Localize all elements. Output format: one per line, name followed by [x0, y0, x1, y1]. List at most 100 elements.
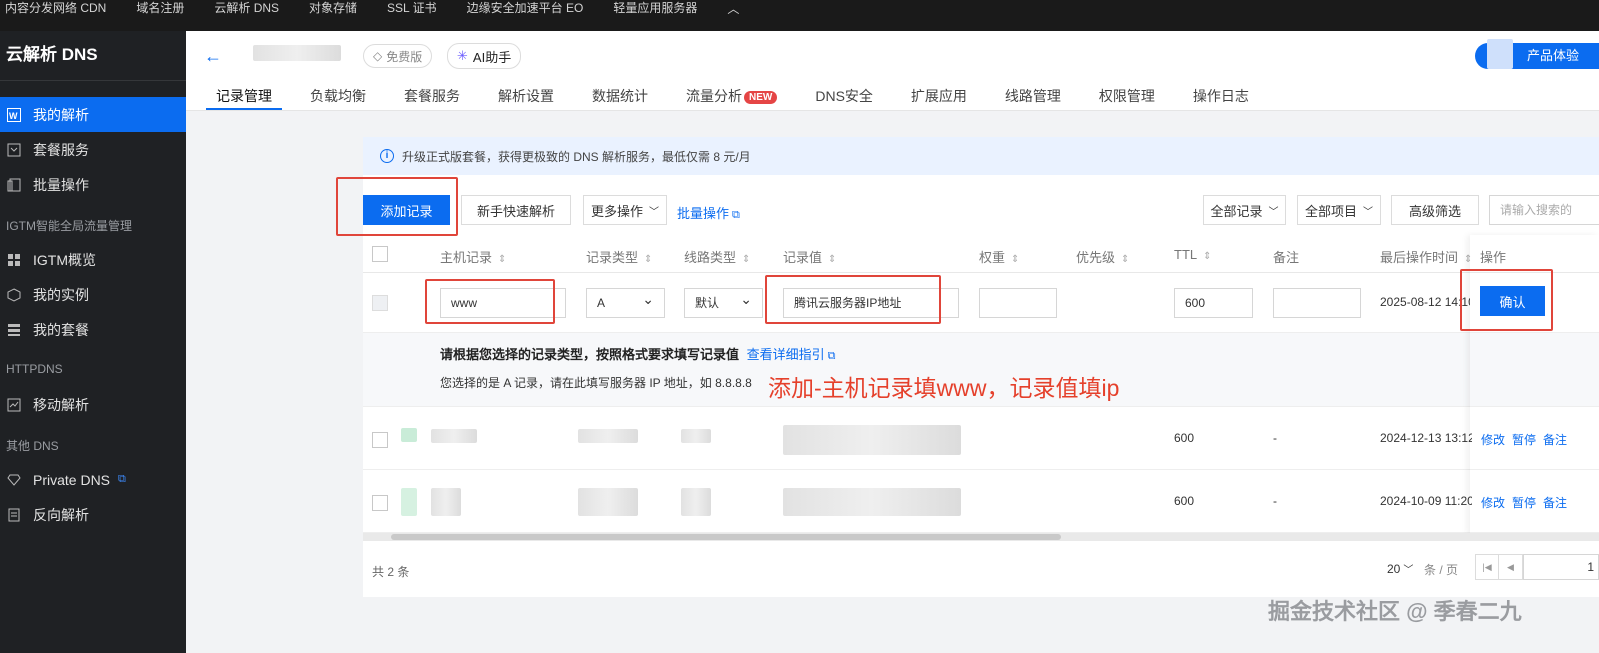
- blurred-value: [783, 488, 961, 516]
- topnav-ssl[interactable]: SSL 证书: [387, 1, 437, 15]
- quick-setup-button[interactable]: 新手快速解析: [461, 195, 571, 225]
- ai-assistant-button[interactable]: ✳ AI助手: [447, 43, 522, 69]
- sidebar-item-igtm-overview[interactable]: IGTM概览: [0, 242, 186, 277]
- sidebar-item-batch[interactable]: 批量操作: [0, 167, 186, 202]
- confirm-button[interactable]: 确认: [1480, 286, 1545, 316]
- record-value-input[interactable]: 腾讯云服务器IP地址: [783, 288, 959, 318]
- tab-settings[interactable]: 解析设置: [498, 86, 554, 106]
- external-link-icon: ⧉: [732, 209, 740, 221]
- line-type-select[interactable]: 默认: [684, 285, 763, 318]
- remark-input[interactable]: [1273, 288, 1361, 318]
- sidebar-group-httpdns: HTTPDNS: [6, 362, 63, 376]
- tab-dns-security[interactable]: DNS安全: [815, 86, 873, 106]
- remark-link[interactable]: 备注: [1543, 431, 1567, 448]
- topnav-cos[interactable]: 对象存储: [309, 1, 357, 15]
- page-number-input[interactable]: 1: [1523, 554, 1599, 580]
- diamond-icon: ◇: [373, 49, 383, 63]
- sidebar-item-mobile-dns[interactable]: 移动解析: [0, 387, 186, 422]
- batch-actions-link[interactable]: 批量操作 ⧉: [677, 203, 740, 222]
- sidebar-item-label: 我的套餐: [33, 321, 89, 338]
- all-records-filter[interactable]: 全部记录 ﹀: [1203, 195, 1286, 225]
- col-type[interactable]: 记录类型 ⇕: [586, 247, 652, 266]
- records-card: i 升级正式版套餐，获得更极致的 DNS 解析服务，最低仅需 8 元/月 添加记…: [363, 137, 1599, 597]
- grid-icon: [6, 252, 22, 268]
- prev-page-button[interactable]: ◀: [1499, 554, 1523, 580]
- page-size-select[interactable]: 20 ﹀: [1387, 561, 1413, 576]
- sidebar-item-my-packages[interactable]: 我的套餐: [0, 312, 186, 347]
- tab-traffic[interactable]: 流量分析 NEW: [686, 86, 778, 106]
- product-experience-button[interactable]: 产品体验: [1475, 39, 1599, 69]
- pause-link[interactable]: 暂停: [1512, 431, 1536, 448]
- tab-bar: 记录管理 负载均衡 套餐服务 解析设置 数据统计 流量分析 NEW DNS安全 扩…: [206, 86, 1249, 110]
- row-time: 2024-12-13 13:12: [1380, 431, 1472, 445]
- topnav-eo[interactable]: 边缘安全加速平台 EO: [467, 1, 584, 15]
- first-page-button[interactable]: |◀: [1475, 554, 1499, 580]
- guide-link[interactable]: 查看详细指引 ⧉: [747, 347, 836, 362]
- sidebar: 云解析 DNS W 我的解析 套餐服务 批量操作 IGTM智能全局流量管理 IG…: [0, 31, 186, 653]
- all-projects-filter[interactable]: 全部项目 ﹀: [1297, 195, 1381, 225]
- cube-icon: [6, 287, 22, 303]
- tab-package[interactable]: 套餐服务: [404, 86, 460, 106]
- col-value[interactable]: 记录值 ⇕: [783, 247, 836, 266]
- sort-icon: ⇕: [1203, 251, 1212, 262]
- package-icon: [6, 142, 22, 158]
- remark-link[interactable]: 备注: [1543, 494, 1567, 511]
- blurred-status: [401, 488, 417, 516]
- col-line[interactable]: 线路类型 ⇕: [684, 247, 750, 266]
- tab-operation-log[interactable]: 操作日志: [1193, 86, 1249, 106]
- doc-icon: [6, 507, 22, 523]
- scrollbar-thumb[interactable]: [391, 534, 1061, 540]
- edit-link[interactable]: 修改: [1481, 431, 1505, 448]
- pause-link[interactable]: 暂停: [1512, 494, 1536, 511]
- row-checkbox[interactable]: [372, 295, 388, 311]
- tab-permissions[interactable]: 权限管理: [1099, 86, 1155, 106]
- tab-extensions[interactable]: 扩展应用: [911, 86, 967, 106]
- blurred-host: [431, 429, 477, 443]
- col-weight[interactable]: 权重 ⇕: [979, 247, 1019, 266]
- sidebar-item-reverse-dns[interactable]: 反向解析: [0, 497, 186, 532]
- sidebar-group-igtm: IGTM智能全局流量管理: [6, 219, 132, 233]
- col-host[interactable]: 主机记录 ⇕: [440, 247, 506, 266]
- collapse-up-icon[interactable]: ︿: [727, 0, 739, 17]
- upgrade-notice: i 升级正式版套餐，获得更极致的 DNS 解析服务，最低仅需 8 元/月: [363, 137, 1599, 175]
- sidebar-item-label: Private DNS: [33, 471, 111, 488]
- col-ttl[interactable]: TTL ⇕: [1174, 247, 1212, 262]
- more-actions-dropdown[interactable]: 更多操作 ﹀: [583, 195, 667, 225]
- topnav-domain[interactable]: 域名注册: [136, 1, 184, 15]
- tab-lines[interactable]: 线路管理: [1005, 86, 1061, 106]
- record-type-select[interactable]: A: [586, 285, 665, 318]
- sidebar-item-private-dns[interactable]: Private DNS ⧉: [0, 462, 186, 497]
- topnav-dns[interactable]: 云解析 DNS: [214, 1, 279, 15]
- col-last-modified[interactable]: 最后操作时间 ⇕: [1380, 247, 1472, 266]
- sidebar-item-my-dns[interactable]: W 我的解析: [0, 97, 186, 132]
- weight-input[interactable]: [979, 288, 1057, 318]
- new-record-row: www A 默认 腾讯云服务器IP地址 600 2025-08-12 14:10…: [363, 273, 1599, 333]
- pagination: 共 2 条 20 ﹀ 条 / 页 |◀ ◀ 1: [363, 541, 1599, 597]
- row-checkbox[interactable]: [372, 432, 388, 448]
- col-remark: 备注: [1273, 250, 1300, 265]
- topnav-cdn[interactable]: 内容分发网络 CDN: [5, 1, 106, 15]
- tab-load-balance[interactable]: 负载均衡: [310, 86, 366, 106]
- host-record-input[interactable]: www: [440, 288, 566, 318]
- ttl-input[interactable]: 600: [1174, 288, 1253, 318]
- horizontal-scrollbar[interactable]: [363, 533, 1599, 541]
- tab-statistics[interactable]: 数据统计: [592, 86, 648, 106]
- table-header: 主机记录 ⇕ 记录类型 ⇕ 线路类型 ⇕ 记录值 ⇕ 权重 ⇕ 优先级 ⇕ TTL ⇕ 备注 …: [363, 235, 1599, 273]
- add-record-button[interactable]: 添加记录: [363, 195, 450, 225]
- sort-icon: ⇕: [1121, 254, 1130, 265]
- row-checkbox[interactable]: [372, 495, 388, 511]
- select-all-checkbox[interactable]: [372, 246, 388, 262]
- back-arrow-icon[interactable]: ←: [204, 46, 222, 67]
- sidebar-item-package[interactable]: 套餐服务: [0, 132, 186, 167]
- col-priority[interactable]: 优先级 ⇕: [1076, 247, 1129, 266]
- advanced-filter-button[interactable]: 高级筛选: [1391, 195, 1479, 225]
- sidebar-item-label: 批量操作: [33, 176, 89, 193]
- sidebar-item-instances[interactable]: 我的实例: [0, 277, 186, 312]
- topnav-lighthouse[interactable]: 轻量应用服务器: [613, 1, 697, 15]
- free-plan-badge[interactable]: ◇ 免费版: [363, 44, 433, 68]
- tab-records[interactable]: 记录管理: [206, 86, 282, 110]
- edit-link[interactable]: 修改: [1481, 494, 1505, 511]
- diamond-icon: [6, 472, 22, 488]
- sort-icon: ⇕: [498, 254, 507, 265]
- search-input[interactable]: 请输入搜索的: [1489, 195, 1599, 225]
